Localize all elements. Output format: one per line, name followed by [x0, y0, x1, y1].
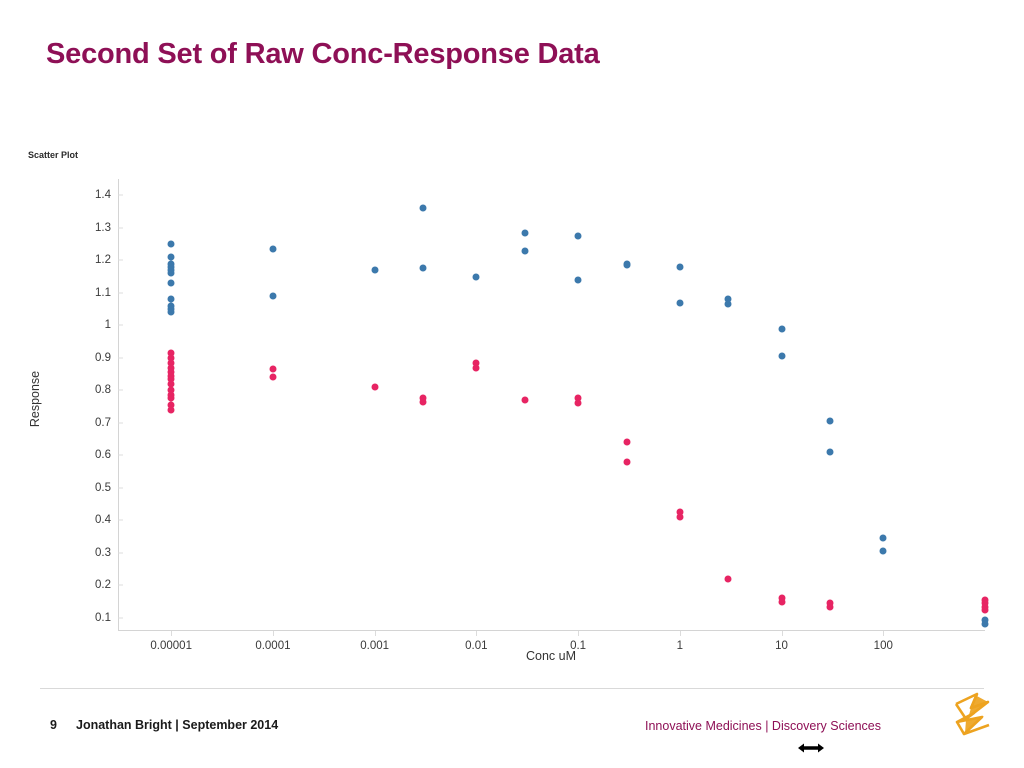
x-tick-label: 100 [873, 640, 893, 652]
data-point [167, 406, 175, 414]
data-point [826, 448, 834, 456]
x-axis-title: Conc uM [525, 649, 577, 663]
data-point [269, 292, 277, 300]
y-tick-label: 1.4 [95, 189, 111, 202]
data-point [167, 279, 175, 287]
data-point [269, 245, 277, 253]
data-point [981, 606, 989, 614]
data-point [724, 300, 732, 308]
data-point [676, 299, 684, 307]
data-point [778, 352, 786, 360]
y-tick-mark [118, 324, 123, 326]
x-tick-label: 10 [775, 640, 788, 652]
y-tick-mark [118, 357, 123, 359]
data-point [826, 603, 834, 611]
data-point [167, 240, 175, 248]
x-tick-label: 1 [676, 640, 684, 652]
data-point [521, 229, 529, 237]
data-point [269, 365, 277, 373]
y-tick-label: 0.2 [95, 579, 111, 592]
x-tick-mark [679, 631, 681, 636]
data-point [623, 261, 631, 269]
data-point [981, 620, 989, 628]
data-point [419, 204, 427, 212]
y-tick-mark [118, 584, 123, 586]
y-tick-label: 0.7 [95, 416, 111, 429]
plot-frame [118, 179, 985, 631]
x-tick-mark [578, 631, 580, 636]
plot-area[interactable]: 0.1 0.2 0.3 0.4 0.5 0.6 0.7 0.8 0.9 1 1.1 1.2 1.3 1.4… [95, 170, 989, 652]
data-point [371, 383, 379, 391]
data-point [269, 373, 277, 381]
x-tick-label: 0.00001 [150, 640, 192, 652]
y-tick-label: 0.9 [95, 351, 111, 364]
x-tick-mark [374, 631, 376, 636]
footer-author-date: Jonathan Bright | September 2014 [76, 718, 279, 732]
data-point [574, 232, 582, 240]
y-tick-label: 1.3 [95, 221, 111, 234]
x-tick-mark [171, 631, 173, 636]
y-tick-mark [118, 422, 123, 424]
data-point [778, 598, 786, 606]
data-point [472, 273, 480, 281]
y-tick-label: 0.4 [95, 514, 111, 527]
x-tick-mark [781, 631, 783, 636]
data-point [676, 263, 684, 271]
data-point [623, 458, 631, 466]
data-point [167, 269, 175, 277]
data-point [724, 575, 732, 583]
data-point [371, 266, 379, 274]
x-tick-mark [883, 631, 885, 636]
data-point [521, 396, 529, 404]
data-point [472, 364, 480, 372]
scatter-chart[interactable]: Scatter Plot Response Conc uM 0.1 0.2 0.3 0… [0, 140, 1024, 753]
y-tick-mark [118, 389, 123, 391]
data-point [574, 399, 582, 407]
x-tick-label: 0.01 [465, 640, 488, 652]
y-axis-title: Response [28, 370, 42, 428]
horizontal-resize-cursor [798, 743, 824, 753]
data-point [879, 547, 887, 555]
y-tick-mark [118, 519, 123, 521]
y-tick-label: 0.6 [95, 449, 111, 462]
y-tick-label: 0.5 [95, 481, 111, 494]
data-point [623, 438, 631, 446]
x-tick-label: 0.1 [570, 640, 587, 652]
data-point [778, 325, 786, 333]
y-tick-mark [118, 194, 123, 196]
y-tick-label: 1.2 [95, 254, 111, 267]
y-tick-mark [118, 487, 123, 489]
y-tick-mark [118, 454, 123, 456]
slide-canvas: Second Set of Raw Conc-Response Data Sca… [0, 0, 1024, 768]
chart-title: Scatter Plot [28, 150, 79, 160]
astrazeneca-logo-icon [954, 692, 990, 736]
x-tick-mark [272, 631, 274, 636]
data-point [419, 398, 427, 406]
data-point [167, 308, 175, 316]
y-tick-mark [118, 259, 123, 261]
x-tick-mark [476, 631, 478, 636]
footer-divider [40, 688, 984, 689]
data-point [879, 534, 887, 542]
footer-page-number: 9 [50, 718, 57, 732]
y-tick-label: 1 [104, 319, 111, 332]
data-point [521, 247, 529, 255]
y-tick-label: 0.3 [95, 546, 111, 559]
y-tick-label: 0.1 [95, 611, 111, 624]
y-tick-label: 1.1 [95, 286, 111, 299]
y-tick-mark [118, 552, 123, 554]
x-tick-label: 0.0001 [255, 640, 291, 652]
data-point [826, 417, 834, 425]
y-tick-mark [118, 617, 123, 619]
data-point [676, 513, 684, 521]
y-tick-label: 0.8 [95, 384, 111, 397]
x-tick-label: 0.001 [360, 640, 390, 652]
y-tick-mark [118, 292, 123, 294]
data-point [574, 276, 582, 284]
y-tick-mark [118, 227, 123, 229]
footer-tagline: Innovative Medicines | Discovery Science… [645, 719, 881, 733]
data-point [419, 264, 427, 272]
page-title: Second Set of Raw Conc-Response Data [46, 38, 600, 70]
